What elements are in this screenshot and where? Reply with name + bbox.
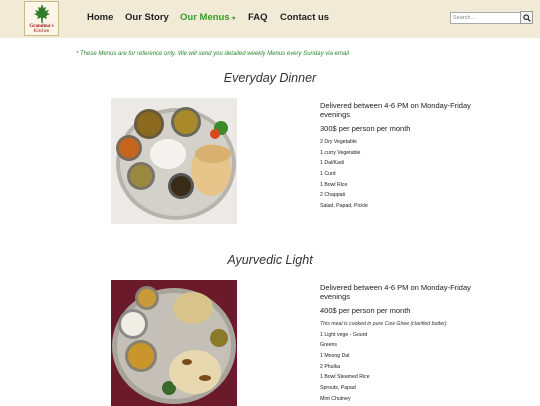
everyday-dinner-thali-image (111, 98, 237, 224)
list-item: 2 Phulka (320, 363, 341, 370)
maple-leaf-icon (34, 4, 50, 23)
menu-price: 400$ per person per month (320, 306, 411, 315)
list-item: Sprouts, Papad (320, 385, 356, 392)
brand-logo[interactable]: Grandma's Kitchen (24, 1, 59, 36)
list-item: 2 Chappati (320, 192, 346, 199)
list-item: 1 Curd (320, 171, 336, 178)
nav-our-menus-label: Our Menus (180, 12, 230, 23)
search-input[interactable] (450, 12, 524, 24)
list-item: Mint Chutney (320, 395, 351, 402)
cooking-note: This meal is cooked in pure Cow Ghee (cl… (320, 321, 447, 327)
list-item: 2 Dry Vegetable (320, 139, 357, 145)
brand-subtitle: Kitchen (33, 29, 50, 34)
list-item: 1 Dal/Kadi (320, 160, 344, 167)
menu-title-everyday-dinner: Everyday Dinner (223, 71, 317, 85)
nav-our-menus[interactable]: Our Menus ▾ (180, 12, 235, 23)
menu-items-list: This meal is cooked in pure Cow Ghee (cl… (320, 319, 490, 405)
search-icon (522, 13, 531, 22)
search-button[interactable] (520, 11, 533, 24)
list-item: Salad, Papad, Pickle (320, 203, 368, 210)
list-item: 1 Bowl Rice (320, 181, 348, 188)
list-item: 1 curry Vegetable (320, 149, 361, 156)
menu-title-ayurvedic-light: Ayurvedic Light (227, 253, 313, 267)
menu-price: 300$ per person per month (320, 124, 411, 133)
menu-details-everyday-dinner: Delivered between 4-6 PM on Monday-Frida… (320, 101, 490, 212)
delivery-time: Delivered between 4-6 PM on Monday-Frida… (320, 283, 471, 301)
list-item: Greens (320, 342, 338, 349)
nav-contact-us[interactable]: Contact us (280, 12, 329, 23)
site-header: Grandma's Kitchen Home Our Story Our Men… (0, 0, 540, 38)
list-item: 1 Light vege - Gourd (320, 331, 368, 338)
menu-details-ayurvedic-light: Delivered between 4-6 PM on Monday-Frida… (320, 283, 490, 405)
menu-items-list: 2 Dry Vegetable 1 curry Vegetable 1 Dal/… (320, 137, 490, 212)
delivery-time: Delivered between 4-6 PM on Monday-Frida… (320, 101, 471, 119)
list-item: 1 Bowl Steamed Rice (320, 374, 370, 381)
ayurvedic-light-thali-image (111, 280, 237, 406)
nav-our-story[interactable]: Our Story (125, 12, 169, 23)
nav-home[interactable]: Home (87, 12, 113, 23)
chevron-down-icon: ▾ (232, 16, 236, 22)
list-item: 1 Moong Dal (320, 353, 350, 360)
nav-faq[interactable]: FAQ (248, 12, 268, 23)
menu-notice: * These Menus are for reference only. We… (76, 51, 349, 57)
